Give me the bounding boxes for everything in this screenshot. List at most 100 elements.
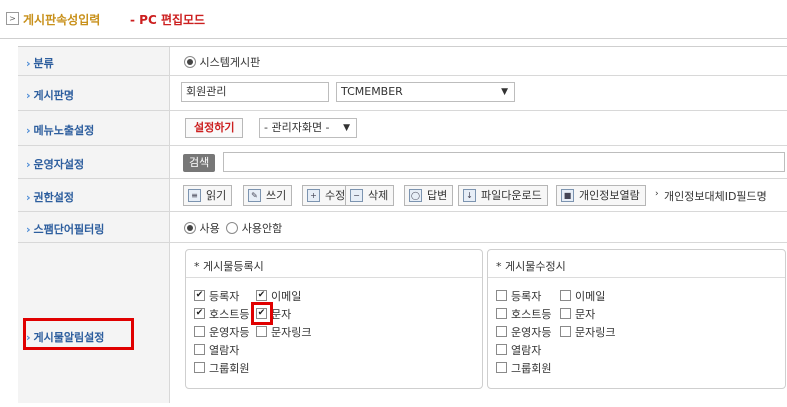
- menu-screen-select[interactable]: - 관리자화면 - ▼: [259, 118, 357, 138]
- file-download-permission-button[interactable]: ↓ 파일다운로드: [458, 185, 548, 206]
- modify-operator-checkbox[interactable]: [496, 326, 507, 337]
- spam-filter-use-radio[interactable]: [184, 222, 196, 234]
- register-registrant-label: 등록자: [209, 290, 240, 303]
- modify-host-label: 호스트등: [511, 308, 552, 321]
- row-board-name: 게시판명 회원관리 TCMEMBER ▼: [18, 76, 787, 111]
- register-alarm-title: * 게시물등록시: [194, 260, 264, 273]
- modify-sms-link-label: 문자링크: [575, 326, 616, 339]
- category-radio[interactable]: [184, 56, 196, 68]
- spam-filter-off-radio[interactable]: [226, 222, 239, 234]
- label-cell: 운영자설정: [18, 146, 170, 178]
- register-email-label: 이메일: [271, 290, 302, 303]
- register-host-checkbox[interactable]: ✔: [194, 308, 205, 319]
- permissions-label: 권한설정: [26, 189, 74, 205]
- label-cell: 권한설정: [18, 179, 170, 211]
- configure-button[interactable]: 설정하기: [185, 118, 244, 138]
- row-permissions: 권한설정 ≡ 읽기 ✎ 쓰기 + 수정 − 삭제 ◯ 답변 ↓ 파일다운로드 ■…: [18, 179, 787, 212]
- write-permission-button[interactable]: ✎ 쓰기: [243, 185, 293, 206]
- modify-alarm-title: * 게시물수정시: [496, 260, 566, 273]
- label-cell: 게시판명: [18, 76, 170, 110]
- page-header: > 게시판속성입력 - PC 편집모드: [0, 0, 787, 39]
- row-menu-display: 메뉴노출설정 설정하기 - 관리자화면 - ▼: [18, 111, 787, 146]
- register-sms-link-checkbox[interactable]: [256, 326, 267, 337]
- alarm-label-highlight: [23, 318, 134, 350]
- search-button[interactable]: 검색: [183, 154, 216, 172]
- edit-mode-label: - PC 편집모드: [130, 13, 206, 27]
- modify-alarm-panel: * 게시물수정시 등록자 이메일 호스트등 문자 운영자등 문자링크 열람자 그…: [487, 249, 786, 389]
- category-label: 분류: [26, 55, 54, 71]
- modify-group-member-label: 그룹회원: [511, 362, 552, 375]
- modify-permission-button[interactable]: + 수정: [302, 185, 352, 206]
- register-operator-checkbox[interactable]: [194, 326, 205, 337]
- expand-icon[interactable]: >: [6, 12, 19, 25]
- menu-display-label: 메뉴노출설정: [26, 122, 95, 138]
- chevron-down-icon: ▼: [343, 123, 350, 133]
- register-host-label: 호스트등: [209, 308, 250, 321]
- file-download-permission-label: 파일다운로드: [481, 189, 542, 202]
- speech-bubble-icon: ◯: [409, 189, 422, 202]
- reply-permission-button[interactable]: ◯ 답변: [404, 185, 454, 206]
- write-permission-label: 쓰기: [266, 189, 287, 202]
- page-title: 게시판속성입력: [23, 13, 101, 27]
- privacy-id-field-label: 개인정보대체ID필드명: [664, 190, 767, 203]
- modify-registrant-label: 등록자: [511, 290, 542, 303]
- board-table-select[interactable]: TCMEMBER ▼: [336, 82, 515, 102]
- row-category: 분류 시스템게시판: [18, 47, 787, 76]
- modify-icon: +: [307, 189, 320, 202]
- chevron-down-icon: ▼: [501, 87, 508, 97]
- modify-viewer-label: 열람자: [511, 344, 542, 357]
- register-operator-label: 운영자등: [209, 326, 250, 339]
- register-sms-link-label: 문자링크: [271, 326, 312, 339]
- modify-email-checkbox[interactable]: [560, 290, 571, 301]
- reply-permission-label: 답변: [427, 189, 448, 202]
- sms-checkbox-highlight: [251, 302, 273, 325]
- register-sms-label: 문자: [271, 308, 292, 321]
- operator-search-input[interactable]: [223, 152, 785, 172]
- menu-screen-select-value: - 관리자화면 -: [264, 121, 330, 134]
- modify-host-checkbox[interactable]: [496, 308, 507, 319]
- board-name-input[interactable]: 회원관리: [181, 82, 329, 102]
- modify-sms-link-checkbox[interactable]: [560, 326, 571, 337]
- delete-permission-label: 삭제: [368, 189, 389, 202]
- read-permission-label: 읽기: [206, 189, 227, 202]
- privacy-view-permission-button[interactable]: ■ 개인정보열람: [556, 185, 646, 206]
- category-option-label: 시스템게시판: [199, 56, 261, 69]
- modify-sms-label: 문자: [575, 308, 596, 321]
- read-icon: ≡: [188, 189, 201, 202]
- privacy-view-permission-label: 개인정보열람: [579, 189, 640, 202]
- register-group-member-checkbox[interactable]: [194, 362, 205, 373]
- register-email-checkbox[interactable]: ✔: [256, 290, 267, 301]
- spam-filter-label: 스팸단어필터링: [26, 221, 105, 237]
- lock-icon: ■: [561, 189, 574, 202]
- file-download-icon: ↓: [463, 189, 476, 202]
- modify-group-member-checkbox[interactable]: [496, 362, 507, 373]
- write-icon: ✎: [248, 189, 261, 202]
- modify-sms-checkbox[interactable]: [560, 308, 571, 319]
- label-cell: 스팸단어필터링: [18, 212, 170, 242]
- label-cell: 메뉴노출설정: [18, 111, 170, 145]
- modify-operator-label: 운영자등: [511, 326, 552, 339]
- modify-registrant-checkbox[interactable]: [496, 290, 507, 301]
- register-alarm-panel: * 게시물등록시 ✔ 등록자 ✔ 이메일 ✔ 호스트등 ✔ 문자 운영자등 문자…: [185, 249, 483, 389]
- board-name-label: 게시판명: [26, 87, 74, 103]
- delete-icon: −: [350, 189, 363, 202]
- label-cell: 분류: [18, 47, 170, 75]
- modify-viewer-checkbox[interactable]: [496, 344, 507, 355]
- settings-form: 분류 시스템게시판 게시판명 회원관리 TCMEMBER ▼ 메뉴노출설정 설정…: [18, 46, 787, 403]
- register-registrant-checkbox[interactable]: ✔: [194, 290, 205, 301]
- row-spam-filter: 스팸단어필터링 사용 사용안함: [18, 212, 787, 243]
- modify-permission-label: 수정: [325, 189, 346, 202]
- row-alarm: 게시물알림설정 * 게시물등록시 ✔ 등록자 ✔ 이메일 ✔ 호스트등 ✔ 문자…: [18, 243, 787, 403]
- register-group-member-label: 그룹회원: [209, 362, 250, 375]
- read-permission-button[interactable]: ≡ 읽기: [183, 185, 233, 206]
- board-table-select-value: TCMEMBER: [341, 85, 403, 98]
- delete-permission-button[interactable]: − 삭제: [345, 185, 395, 206]
- modify-email-label: 이메일: [575, 290, 606, 303]
- register-viewer-checkbox[interactable]: [194, 344, 205, 355]
- operator-label: 운영자설정: [26, 156, 85, 172]
- row-operator: 운영자설정 검색: [18, 146, 787, 179]
- spam-filter-off-label: 사용안함: [241, 222, 283, 235]
- chevron-right-icon: ›: [655, 189, 659, 199]
- register-viewer-label: 열람자: [209, 344, 240, 357]
- spam-filter-use-label: 사용: [199, 222, 220, 235]
